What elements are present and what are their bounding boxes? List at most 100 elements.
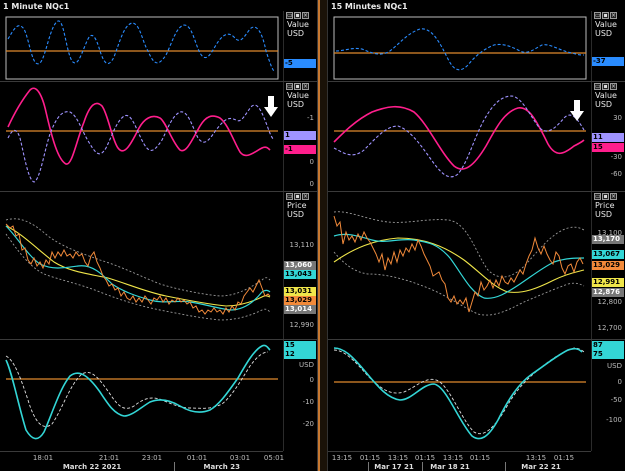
oscillator-plot: [5, 16, 279, 80]
axis-label: Price USD: [595, 201, 615, 219]
oscillator-pane-2[interactable]: ▭ ▪ × Value USD 30 11 15 -30 -60: [328, 82, 625, 192]
close-icon[interactable]: ×: [610, 83, 617, 90]
settings-icon[interactable]: ▪: [602, 12, 609, 19]
value-axis: ▭ ▪ × Value USD -37: [591, 11, 625, 81]
price-flag-gray: 13,170: [592, 235, 624, 244]
oscillator-plot: [333, 95, 586, 178]
line-cyan: [5, 344, 271, 440]
axis-tick: -30: [610, 153, 622, 161]
price-flag-orange: 13,029: [592, 261, 624, 270]
axis-tick: 0: [617, 378, 622, 386]
axis-tick: 12,990: [289, 321, 315, 329]
time-axis: 13:15 01:15 13:15 01:15 13:15 01:15 13:1…: [328, 451, 591, 471]
window-splitter[interactable]: [318, 0, 328, 471]
value-flag-cyan: 12: [284, 350, 316, 359]
axis-label: Value USD: [595, 91, 617, 109]
value-flag: -5: [284, 59, 316, 68]
axis-unit: USD: [607, 362, 622, 370]
close-icon[interactable]: ×: [610, 12, 617, 19]
close-icon[interactable]: ×: [302, 12, 309, 19]
value-line-magenta: [7, 87, 271, 165]
time-tick: 13:15: [442, 454, 464, 462]
chart-window-1min[interactable]: 1 Minute NQc1 ▭ ▪ × Value USD -5 ▭ ▪ × V…: [0, 0, 318, 471]
price-plot: [333, 211, 585, 316]
pane-controls: ▭ ▪ ×: [286, 193, 309, 200]
price-line-orange: [333, 215, 584, 313]
maximize-icon[interactable]: ▭: [594, 83, 601, 90]
line-yellow: [333, 237, 585, 293]
price-flag-cyan: 13,043: [284, 270, 316, 279]
axis-tick: -1: [307, 114, 314, 122]
date-label: Mar 18 21: [430, 463, 470, 471]
time-tick: 13:15: [525, 454, 547, 462]
close-icon[interactable]: ×: [302, 83, 309, 90]
close-icon[interactable]: ×: [302, 193, 309, 200]
axis-tick: -50: [610, 396, 622, 404]
axis-label: Value USD: [287, 20, 309, 38]
axis-label: Value USD: [287, 91, 309, 109]
price-flag-yellow: 12,991: [592, 278, 624, 287]
axis-tick: 13,110: [289, 241, 315, 249]
time-tick: 01:15: [469, 454, 491, 462]
down-arrow-icon: [570, 100, 584, 121]
price-flag-gray: 12,876: [592, 288, 624, 297]
value-flag-cyan: 87: [592, 341, 624, 350]
date-label: Mar 22 21: [521, 463, 561, 471]
value-line-lavender: [333, 95, 585, 178]
price-plot: [5, 218, 271, 321]
maximize-icon[interactable]: ▭: [286, 83, 293, 90]
date-separator: [505, 462, 506, 471]
line-cyan: [333, 347, 583, 440]
axis-unit: USD: [299, 361, 314, 369]
line-white-dashed: [5, 351, 269, 427]
axis-tick: -60: [610, 170, 622, 178]
value-flag-magenta: -1: [284, 145, 316, 154]
value-flag-lavender: 1: [284, 131, 316, 140]
oscillator-pane-1[interactable]: ▭ ▪ × Value USD -5: [0, 11, 317, 82]
oscillator-pane-2[interactable]: ▭ ▪ × Value USD -1 1 -1 0 0: [0, 82, 317, 192]
date-label: March 22 2021: [62, 463, 122, 471]
value-flag-magenta: 15: [592, 143, 624, 152]
chart-window-15min[interactable]: 15 Minutes NQc1 ▭ ▪ × Value USD -37 ▭ ▪ …: [328, 0, 625, 471]
oscillator-pane-1[interactable]: ▭ ▪ × Value USD -37: [328, 11, 625, 82]
value-line-blue: [7, 20, 275, 72]
maximize-icon[interactable]: ▭: [594, 12, 601, 19]
band-upper: [5, 218, 271, 297]
oscillator-plot: [5, 344, 278, 440]
price-flag-cyan: 13,067: [592, 250, 624, 259]
pane-controls: ▭ ▪ ×: [594, 12, 617, 19]
value-axis: 87 75 USD 0 -50 -100: [591, 340, 625, 451]
price-pane[interactable]: ▭ ▪ × Price USD 13,100 13,170 13,067 13,0…: [328, 192, 625, 340]
settings-icon[interactable]: ▪: [294, 193, 301, 200]
date-separator: [368, 462, 369, 471]
line-white-dashed: [333, 347, 585, 435]
time-tick: 01:01: [186, 454, 208, 462]
pane-controls: ▭ ▪ ×: [286, 83, 309, 90]
oscillator-pane-3[interactable]: 87 75 USD 0 -50 -100 13:15 01:15 13:15 0…: [328, 340, 625, 471]
oscillator-pane-3[interactable]: 15 12 USD 0 -10 -20 18:01 21:01 23:01 01…: [0, 340, 317, 471]
value-flag-cyan: 15: [284, 341, 316, 350]
value-flag: -37: [592, 57, 624, 66]
window-title: 15 Minutes NQc1: [331, 2, 408, 11]
maximize-icon[interactable]: ▭: [286, 193, 293, 200]
settings-icon[interactable]: ▪: [294, 12, 301, 19]
time-tick: 01:15: [414, 454, 436, 462]
axis-tick: 0: [309, 376, 314, 384]
settings-icon[interactable]: ▪: [602, 83, 609, 90]
maximize-icon[interactable]: ▭: [594, 193, 601, 200]
settings-icon[interactable]: ▪: [294, 83, 301, 90]
time-tick: 23:01: [141, 454, 163, 462]
close-icon[interactable]: ×: [610, 193, 617, 200]
value-axis: 15 12 USD 0 -10 -20: [283, 340, 317, 451]
pane-controls: ▭ ▪ ×: [594, 83, 617, 90]
axis-tick: -20: [302, 420, 314, 428]
axis-tick: -100: [606, 416, 622, 424]
settings-icon[interactable]: ▪: [602, 193, 609, 200]
axis-tick: 0: [309, 158, 314, 166]
price-pane[interactable]: ▭ ▪ × Price USD 13,110 13,060 13,043 13,0…: [0, 192, 317, 340]
axis-tick: 30: [613, 114, 622, 122]
value-line-magenta: [333, 105, 585, 170]
down-arrow-icon: [264, 96, 278, 117]
axis-tick: 0: [309, 180, 314, 188]
maximize-icon[interactable]: ▭: [286, 12, 293, 19]
